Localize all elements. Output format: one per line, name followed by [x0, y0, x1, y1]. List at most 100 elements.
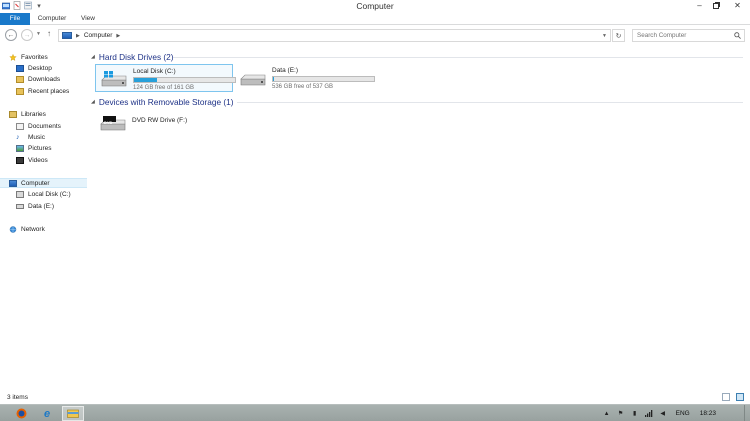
address-history-dropdown-icon[interactable]: ▼ — [602, 33, 607, 39]
group-divider — [237, 102, 743, 103]
ribbon-tabs: File Computer View — [0, 13, 750, 25]
nav-item-label: Desktop — [28, 64, 52, 72]
battery-icon[interactable]: ▮ — [631, 410, 639, 418]
videos-icon — [16, 156, 24, 164]
minimize-button[interactable]: – — [691, 0, 708, 11]
file-explorer-icon — [67, 409, 79, 418]
breadcrumb-chevron-icon[interactable]: ▶ — [76, 33, 80, 39]
refresh-button[interactable]: ↻ — [612, 29, 625, 42]
nav-libraries-label: Libraries — [21, 110, 46, 118]
collapse-chevron-icon[interactable]: ◢ — [91, 99, 95, 105]
taskbar-file-explorer[interactable] — [62, 406, 84, 421]
network-icon — [9, 225, 17, 233]
search-input[interactable] — [633, 32, 733, 39]
nav-item-recent-places[interactable]: Recent places — [16, 86, 69, 96]
recent-locations-dropdown-icon[interactable]: ▼ — [36, 31, 41, 37]
downloads-folder-icon — [16, 75, 24, 83]
nav-item-label: Pictures — [28, 144, 52, 152]
input-language[interactable]: ENG — [676, 410, 690, 417]
taskbar-firefox[interactable] — [10, 406, 32, 421]
nav-item-label: Music — [28, 133, 45, 141]
recent-places-icon — [16, 87, 24, 95]
back-button[interactable]: ← — [5, 29, 17, 41]
details-view-icon[interactable] — [722, 393, 730, 401]
group-divider — [173, 57, 743, 58]
drive-name: DVD RW Drive (F:) — [132, 117, 188, 124]
nav-item-downloads[interactable]: Downloads — [16, 74, 60, 84]
up-button[interactable]: ↑ — [47, 29, 51, 38]
nav-favorites[interactable]: Favorites — [9, 52, 48, 62]
nav-item-label: Local Disk (C:) — [28, 190, 71, 198]
search-box[interactable] — [632, 29, 745, 42]
tab-file[interactable]: File — [0, 13, 30, 25]
breadcrumb-chevron-icon[interactable]: ▶ — [116, 33, 120, 39]
nav-item-local-disk-c[interactable]: Local Disk (C:) — [16, 189, 71, 199]
content-area: ◢ Hard Disk Drives (2) Local Disk (C:) 1… — [89, 45, 750, 390]
nav-item-music[interactable]: ♪ Music — [16, 132, 45, 142]
nav-item-pictures[interactable]: Pictures — [16, 143, 51, 153]
nav-computer[interactable]: Computer — [0, 178, 87, 188]
drive-local-disk-c[interactable]: Local Disk (C:) 124 GB free of 161 GB — [95, 64, 236, 92]
pictures-icon — [16, 144, 24, 152]
title-bar: ▾ Computer – ✕ — [0, 0, 750, 12]
nav-computer-label: Computer — [21, 179, 50, 187]
breadcrumb-computer[interactable]: Computer — [84, 32, 113, 39]
action-center-flag-icon[interactable]: ⚑ — [617, 410, 625, 418]
show-desktop-button[interactable] — [744, 405, 750, 421]
group-header-removable-storage[interactable]: ◢ Devices with Removable Storage (1) — [91, 97, 234, 107]
drive-usage-bar — [133, 77, 236, 83]
clock[interactable]: 18:23 — [700, 410, 716, 417]
drive-usage-fill — [134, 78, 158, 82]
search-icon[interactable] — [734, 32, 741, 39]
nav-item-data-e[interactable]: Data (E:) — [16, 201, 54, 211]
drive-dvd-rw-f[interactable]: DVD DVD RW Drive (F:) — [95, 111, 233, 139]
system-tray: ▲ ⚑ ▮ ◀ ENG 18:23 — [600, 405, 750, 421]
tab-computer[interactable]: Computer — [34, 13, 70, 25]
nav-item-documents[interactable]: Documents — [16, 121, 61, 131]
nav-item-label: Recent places — [28, 87, 70, 95]
nav-item-label: Documents — [28, 122, 61, 130]
network-signal-icon[interactable] — [644, 410, 653, 418]
libraries-icon — [9, 110, 17, 118]
show-hidden-icons-icon[interactable]: ▲ — [603, 410, 611, 418]
nav-network-label: Network — [21, 225, 45, 233]
nav-network[interactable]: Network — [9, 224, 45, 234]
address-bar[interactable]: ▶ Computer ▶ ▼ — [58, 29, 611, 42]
star-icon — [9, 53, 17, 61]
forward-button[interactable]: → — [21, 29, 33, 41]
navigation-bar: ← → ▼ ↑ ▶ Computer ▶ ▼ ↻ — [0, 28, 750, 43]
taskbar-internet-explorer[interactable]: e — [36, 406, 58, 421]
tiles-view-icon[interactable] — [736, 393, 744, 401]
navigation-pane: Favorites Desktop Downloads Recent place… — [0, 45, 87, 390]
item-count: 3 items — [7, 394, 28, 401]
nav-item-desktop[interactable]: Desktop — [16, 63, 52, 73]
drive-free-space: 536 GB free of 537 GB — [272, 84, 334, 90]
computer-icon — [9, 179, 17, 187]
maximize-button[interactable] — [708, 0, 725, 11]
drive-name: Data (E:) — [272, 67, 299, 74]
windows-drive-icon — [16, 190, 24, 198]
nav-item-videos[interactable]: Videos — [16, 155, 48, 165]
nav-item-label: Videos — [28, 156, 48, 164]
documents-icon — [16, 122, 24, 130]
group-header-hard-disk-drives[interactable]: ◢ Hard Disk Drives (2) — [91, 52, 174, 62]
view-buttons — [722, 393, 744, 401]
drive-free-space: 124 GB free of 161 GB — [133, 85, 195, 91]
nav-item-label: Data (E:) — [28, 202, 55, 210]
windows-drive-icon — [101, 71, 127, 87]
drive-name: Local Disk (C:) — [133, 68, 176, 75]
firefox-icon — [16, 408, 26, 419]
desktop-icon — [16, 64, 24, 72]
nav-libraries[interactable]: Libraries — [9, 109, 46, 119]
group-title: Devices with Removable Storage (1) — [98, 97, 234, 107]
volume-icon[interactable]: ◀ — [659, 410, 667, 418]
drive-usage-bar — [272, 76, 375, 82]
collapse-chevron-icon[interactable]: ◢ — [91, 54, 95, 60]
close-button[interactable]: ✕ — [725, 0, 750, 11]
internet-explorer-icon: e — [43, 407, 51, 420]
tab-view[interactable]: View — [75, 13, 101, 25]
window-title: Computer — [356, 1, 394, 11]
computer-icon — [62, 32, 72, 39]
drive-data-e[interactable]: Data (E:) 536 GB free of 537 GB — [235, 64, 375, 92]
status-bar: 3 items — [0, 391, 750, 404]
